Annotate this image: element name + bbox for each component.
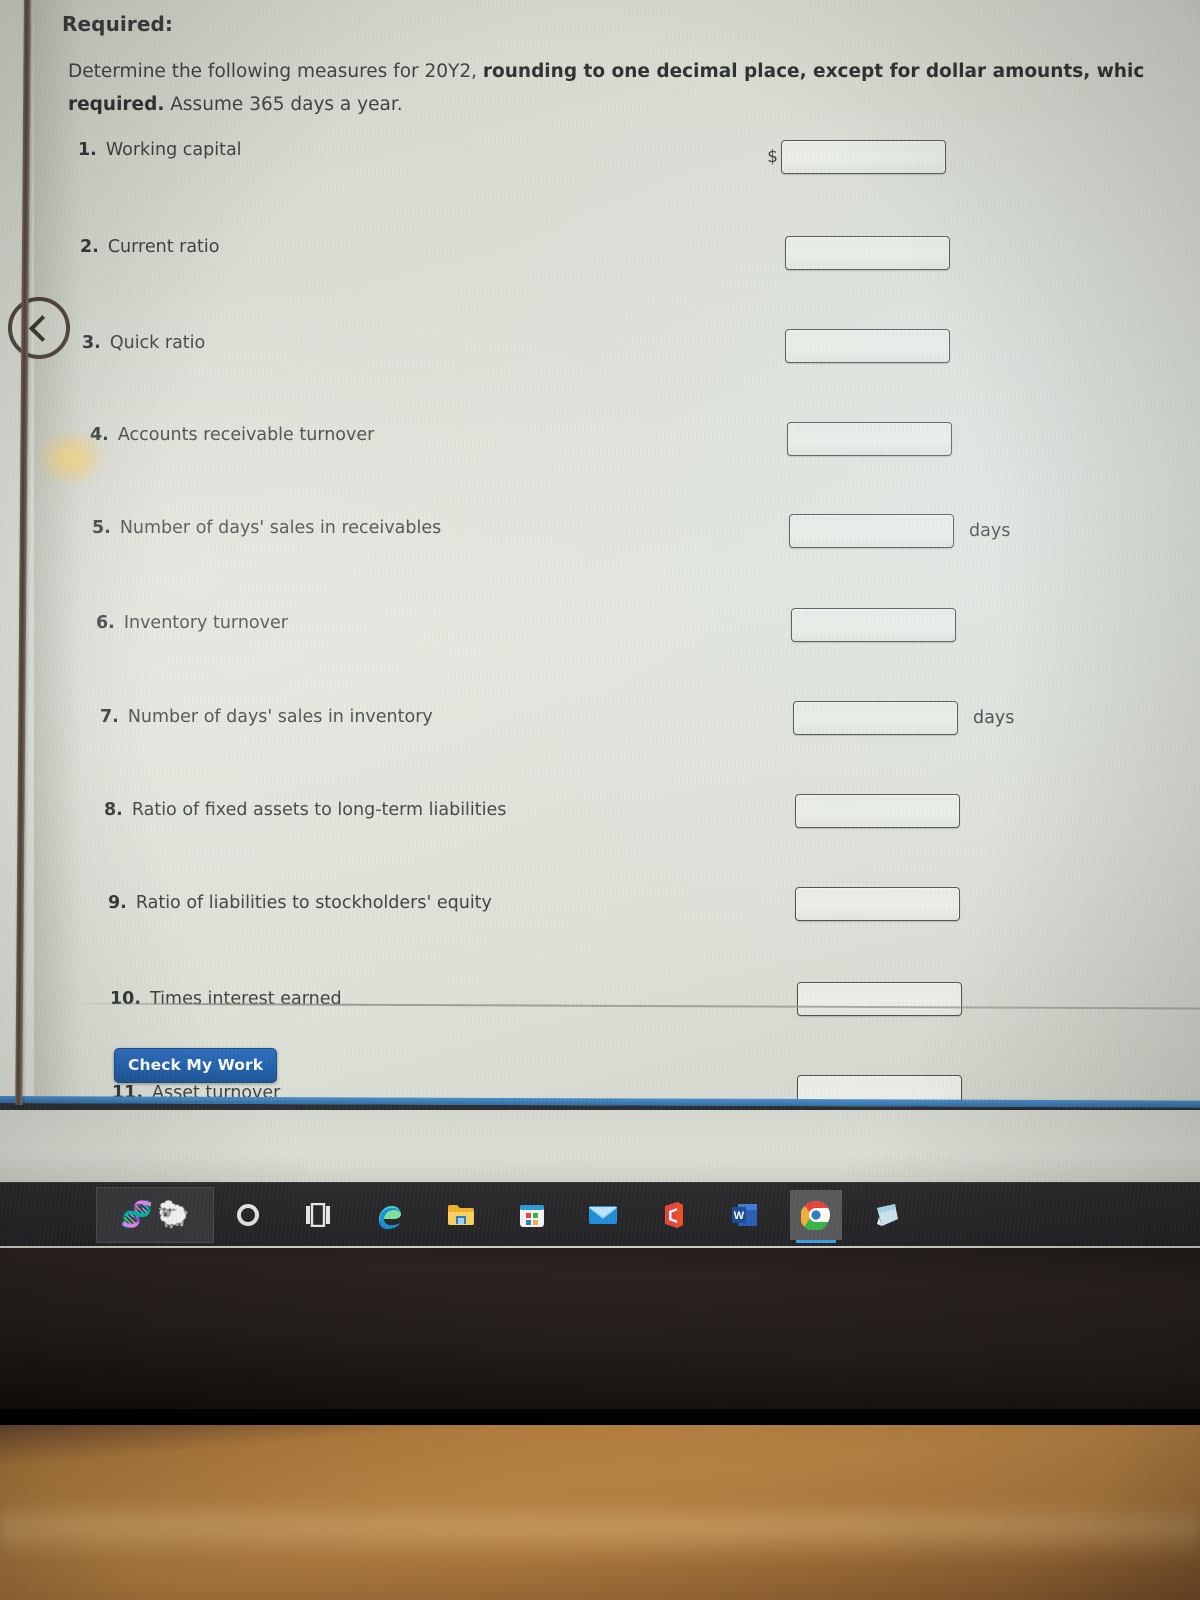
measure-row: 1. Working capital $: [0, 140, 1200, 187]
check-my-work-button[interactable]: Check My Work: [114, 1048, 278, 1083]
instructions-text: Determine the following measures for 20Y…: [68, 55, 1200, 121]
measure-row: 3. Quick ratio: [0, 233, 1200, 363]
measure-row: 11. Asset turnover: [0, 605, 1200, 1109]
taskbar-cortana-button[interactable]: [222, 1190, 274, 1240]
taskbar-office-button[interactable]: [648, 1190, 700, 1240]
taskbar-mail-button[interactable]: [577, 1190, 629, 1240]
chrome-icon: [801, 1200, 831, 1230]
instructions-line2-rest: Assume 365 days a year.: [164, 94, 403, 115]
file-explorer-icon: [446, 1202, 476, 1228]
measure-row: 15.Earnings per share on common stock$: [0, 791, 1200, 838]
sheep-emoji-icon: 🐑: [157, 1200, 190, 1230]
desk-light-reflection: [0, 1500, 1200, 1560]
measure-row: 8. Ratio of fixed assets to long-term lia…: [0, 466, 1200, 828]
measure-answer-group: [782, 981, 977, 1016]
measure-row: 4. Accounts receivable turnover: [0, 280, 1200, 456]
desktop-background-strip: [0, 1110, 1200, 1182]
measure-row: 12.Return on total assets%: [0, 652, 1200, 1203]
microsoft-store-icon: [518, 1201, 546, 1229]
browser-page: Required: Determine the following measur…: [0, 0, 1200, 1203]
taskbar-sticky-notes-button[interactable]: [861, 1190, 913, 1240]
taskbar-word-button[interactable]: W: [719, 1190, 771, 1240]
measure-number: 10.: [110, 988, 142, 1009]
taskbar-items: 🧬 🐑 W: [0, 1183, 1200, 1247]
previous-page-button[interactable]: [8, 297, 70, 359]
mail-icon: [588, 1203, 618, 1227]
photo-of-laptop-screen: D‹LL Required: Determine the following m…: [0, 0, 1200, 1600]
task-view-icon: [305, 1203, 333, 1227]
edge-icon: [375, 1200, 405, 1230]
measure-row: 10. Times interest earned: [0, 559, 1200, 1016]
news-and-interests-widget[interactable]: 🧬 🐑: [96, 1187, 214, 1243]
instructions-line1-normal: Determine the following measures for 20Y…: [68, 61, 483, 82]
measure-row: 13.Return on stockholders' equity%: [0, 698, 1200, 745]
instructions-line2-bold: required.: [68, 94, 165, 115]
dna-emoji-icon: 🧬: [120, 1200, 153, 1230]
taskbar-edge-button[interactable]: [364, 1190, 416, 1240]
instructions-line1-bold: rounding to one decimal place, except fo…: [482, 61, 1145, 82]
answer-input[interactable]: [781, 140, 946, 174]
windows-taskbar[interactable]: 🧬 🐑 W: [0, 1182, 1200, 1246]
taskbar-task-view-button[interactable]: [293, 1190, 345, 1240]
measure-number: 1.: [78, 140, 97, 160]
sticky-notes-icon: [873, 1202, 901, 1228]
measure-row: 9. Ratio of liabilities to stockholders' …: [0, 512, 1200, 921]
required-heading: Required:: [62, 12, 174, 36]
laptop-keyboard-deck: D‹LL: [0, 1245, 1200, 1425]
cortana-icon: [235, 1202, 261, 1228]
laptop-screen: Required: Determine the following measur…: [0, 0, 1200, 1248]
taskbar-file-explorer-button[interactable]: [435, 1190, 487, 1240]
measure-row: 16.Price-earnings ratio: [0, 838, 1200, 885]
currency-prefix: $: [767, 147, 778, 167]
office-icon: [661, 1201, 687, 1229]
measure-row: 14.Return on common stockholders' equity…: [0, 745, 1200, 792]
worksheet-content: Required: Determine the following measur…: [0, 0, 1200, 1203]
measure-row: 2. Current ratio: [0, 187, 1200, 270]
measure-row: 17.Dividends per share of common stock$: [0, 884, 1200, 931]
chevron-left-icon: [28, 314, 56, 342]
word-icon: W: [731, 1202, 759, 1228]
measure-label: 1. Working capital: [78, 140, 242, 160]
taskbar-chrome-button[interactable]: [790, 1190, 842, 1243]
svg-text:W: W: [734, 1210, 745, 1222]
answer-input[interactable]: [797, 981, 962, 1016]
measure-row: 5. Number of days' sales in receivables da…: [0, 326, 1200, 548]
taskbar-microsoft-store-button[interactable]: [506, 1190, 558, 1240]
measure-name: Working capital: [105, 140, 242, 160]
measure-row: 7. Number of days' sales in inventory days: [0, 419, 1200, 735]
measure-row: 18.Dividend yield%: [0, 931, 1200, 978]
measure-row: 6. Inventory turnover: [0, 373, 1200, 642]
measures-list: 1. Working capital $2. Current ratio 3. Quick…: [0, 140, 1200, 1203]
measure-answer-group: $: [766, 140, 961, 174]
